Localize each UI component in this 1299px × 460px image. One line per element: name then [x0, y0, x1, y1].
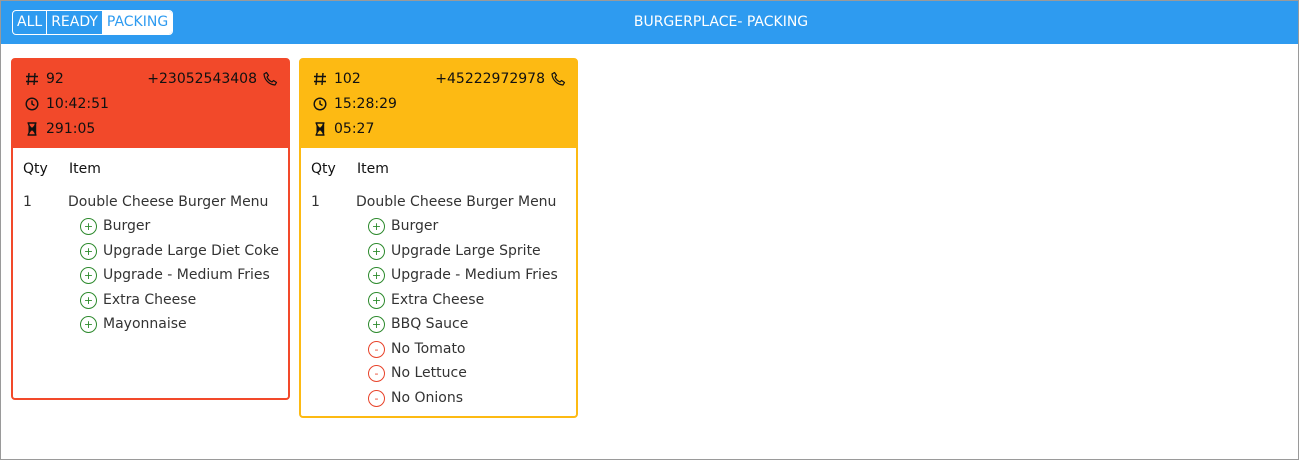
- minus-circle-icon: -: [368, 389, 385, 407]
- item-column-header: Item: [357, 161, 389, 177]
- plus-circle-icon: +: [368, 217, 385, 235]
- modifier-label: No Tomato: [391, 341, 466, 357]
- modifier-label: Extra Cheese: [391, 292, 485, 308]
- order-phone[interactable]: +23052543408: [147, 69, 278, 89]
- line-qty: 1: [311, 194, 320, 210]
- hash-icon: [26, 72, 38, 86]
- plus-circle-icon: +: [80, 242, 97, 260]
- modifier-item: + Mayonnaise: [80, 314, 187, 334]
- order-card[interactable]: 92 +23052543408 10:42:51 291:05 Qty Item…: [11, 58, 290, 400]
- modifier-item: + Burger: [368, 216, 438, 236]
- tab-ready[interactable]: READY: [47, 11, 103, 34]
- order-elapsed: 291:05: [46, 121, 96, 137]
- plus-circle-icon: +: [80, 315, 97, 333]
- plus-circle-icon: +: [368, 266, 385, 284]
- modifier-item: + Upgrade Large Sprite: [368, 241, 541, 261]
- modifier-label: Burger: [391, 218, 439, 234]
- modifier-label: Upgrade Large Diet Coke: [103, 243, 279, 259]
- modifier-label: No Onions: [391, 390, 464, 406]
- modifier-item: + Extra Cheese: [368, 290, 484, 310]
- modifier-label: Upgrade - Medium Fries: [103, 267, 270, 283]
- clock-icon: [313, 97, 327, 111]
- order-elapsed-row: 291:05: [25, 119, 95, 139]
- order-number-row: 92: [25, 69, 64, 89]
- order-header: 102 +45222972978 15:28:29 05:27: [301, 60, 576, 148]
- modifier-item: + Extra Cheese: [80, 290, 196, 310]
- order-number-row: 102: [313, 69, 361, 89]
- order-elapsed-row: 05:27: [313, 119, 374, 139]
- modifier-label: Mayonnaise: [103, 316, 187, 332]
- line-item-name: Double Cheese Burger Menu: [356, 194, 557, 210]
- plus-circle-icon: +: [80, 266, 97, 284]
- qty-column-header: Qty: [23, 161, 48, 177]
- plus-circle-icon: +: [368, 315, 385, 333]
- page-title: BURGERPLACE- PACKING: [633, 14, 809, 30]
- order-elapsed: 05:27: [334, 121, 375, 137]
- minus-circle-icon: -: [368, 364, 385, 382]
- modifier-item: - No Lettuce: [368, 363, 467, 383]
- hourglass-icon: [27, 122, 37, 136]
- phone-number: +23052543408: [147, 71, 257, 87]
- tab-all[interactable]: ALL: [13, 11, 48, 34]
- hourglass-icon: [315, 122, 325, 136]
- modifier-label: Upgrade - Medium Fries: [391, 267, 558, 283]
- plus-circle-icon: +: [80, 217, 97, 235]
- line-item-name: Double Cheese Burger Menu: [68, 194, 269, 210]
- order-time: 15:28:29: [334, 96, 397, 112]
- order-number: 102: [334, 71, 361, 87]
- modifier-item: - No Tomato: [368, 339, 466, 359]
- filter-tabs: ALL READY PACKING: [12, 10, 174, 35]
- order-time-row: 15:28:29: [313, 94, 397, 114]
- modifier-item: + Upgrade - Medium Fries: [80, 265, 270, 285]
- clock-icon: [25, 97, 39, 111]
- plus-circle-icon: +: [368, 291, 385, 309]
- modifier-label: Burger: [103, 218, 151, 234]
- order-header: 92 +23052543408 10:42:51 291:05: [13, 60, 288, 148]
- modifier-item: + Burger: [80, 216, 150, 236]
- modifier-item: + Upgrade Large Diet Coke: [80, 241, 279, 261]
- modifier-label: Upgrade Large Sprite: [391, 243, 541, 259]
- top-bar: ALL READY PACKING BURGERPLACE- PACKING: [1, 1, 1298, 44]
- modifier-label: BBQ Sauce: [391, 316, 469, 332]
- phone-icon: [263, 71, 278, 86]
- hash-icon: [314, 72, 326, 86]
- phone-number: +45222972978: [435, 71, 545, 87]
- modifier-item: + BBQ Sauce: [368, 314, 468, 334]
- minus-circle-icon: -: [368, 340, 385, 358]
- order-number: 92: [46, 71, 64, 87]
- qty-column-header: Qty: [311, 161, 336, 177]
- order-time-row: 10:42:51: [25, 94, 109, 114]
- order-phone[interactable]: +45222972978: [435, 69, 566, 89]
- line-qty: 1: [23, 194, 32, 210]
- order-time: 10:42:51: [46, 96, 109, 112]
- plus-circle-icon: +: [80, 291, 97, 309]
- modifier-label: Extra Cheese: [103, 292, 197, 308]
- phone-icon: [551, 71, 566, 86]
- tab-packing[interactable]: PACKING: [102, 11, 173, 34]
- item-column-header: Item: [69, 161, 101, 177]
- modifier-label: No Lettuce: [391, 365, 467, 381]
- plus-circle-icon: +: [368, 242, 385, 260]
- modifier-item: + Upgrade - Medium Fries: [368, 265, 558, 285]
- modifier-item: - No Onions: [368, 388, 463, 408]
- order-card[interactable]: 102 +45222972978 15:28:29 05:27 Qty Item…: [299, 58, 578, 418]
